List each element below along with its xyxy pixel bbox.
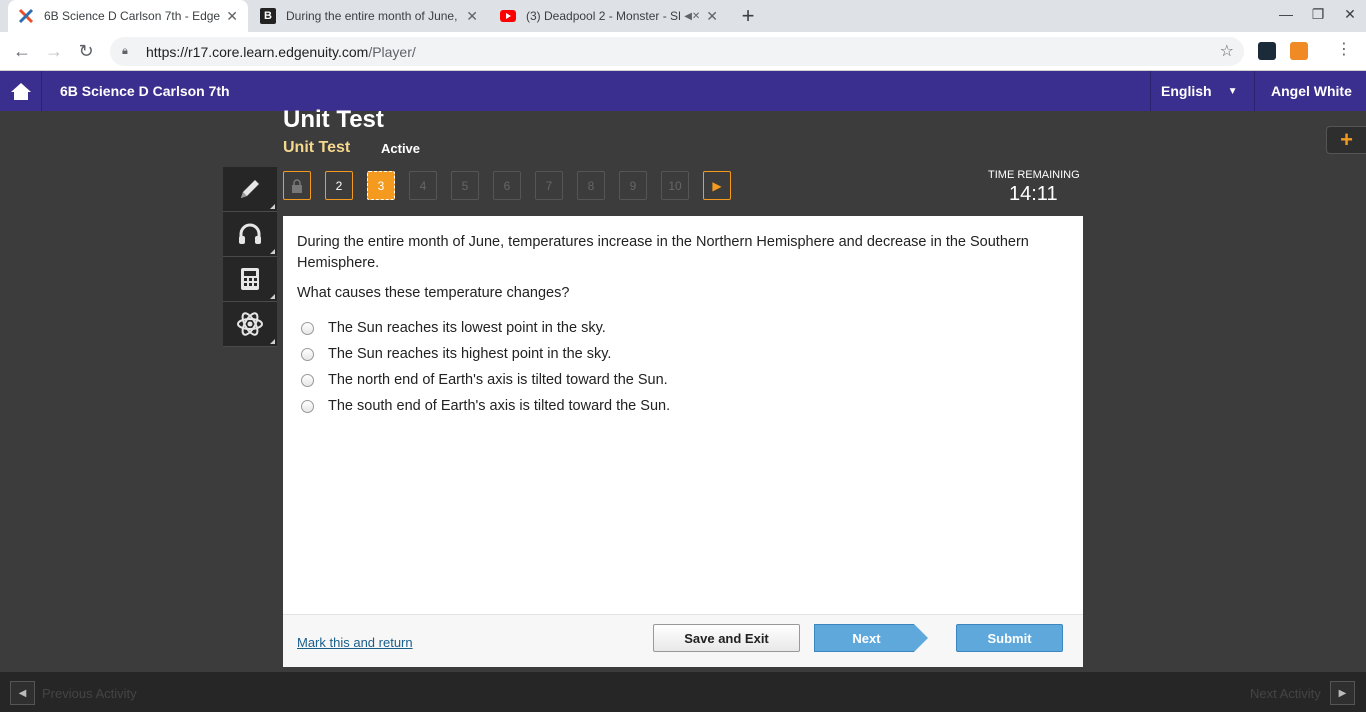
answer-option[interactable]: The Sun reaches its highest point in the…	[301, 346, 611, 362]
address-bar[interactable]: 🔒︎ https://r17.core.learn.edgenuity.com /…	[110, 37, 1244, 66]
tool-sidebar	[223, 167, 277, 347]
youtube-icon	[500, 8, 516, 24]
radio-button[interactable]	[301, 321, 314, 335]
headphones-tool-button[interactable]	[223, 212, 277, 257]
home-icon[interactable]	[0, 71, 42, 111]
radio-button[interactable]	[301, 399, 314, 413]
pencil-tool-button[interactable]	[223, 167, 277, 212]
question-panel: During the entire month of June, tempera…	[283, 216, 1083, 667]
browser-tab-youtube[interactable]: (3) Deadpool 2 - Monster - Sk ◀✕ ✕	[490, 0, 728, 32]
question-footer: Mark this and return Save and Exit Next …	[283, 614, 1083, 667]
forward-arrow-icon[interactable]: →	[43, 41, 65, 61]
submit-button[interactable]: Submit	[956, 624, 1063, 652]
language-label: English	[1161, 83, 1212, 99]
browser-tab-brainly[interactable]: B During the entire month of June, t ✕	[250, 0, 488, 32]
window-close-icon[interactable]: ✕	[1340, 6, 1360, 23]
url-path: /Player/	[368, 43, 416, 60]
extension-icon[interactable]	[1258, 42, 1276, 60]
player-area: Unit Test Unit Test Active + 2 3 4 5 6 7…	[0, 106, 1366, 672]
next-activity-arrow-icon[interactable]: ▶	[1330, 681, 1355, 705]
question-7-button[interactable]: 7	[535, 171, 563, 200]
close-tab-icon[interactable]: ✕	[706, 8, 718, 25]
question-1-button[interactable]	[283, 171, 311, 200]
question-6-button[interactable]: 6	[493, 171, 521, 200]
next-question-arrow-icon[interactable]: ▶	[703, 171, 731, 200]
x-logo-icon	[18, 8, 34, 24]
activity-subtitle: Unit Test	[283, 139, 351, 156]
activity-bar: ◀ Previous Activity Next Activity ▶	[0, 672, 1366, 712]
new-tab-plus-icon[interactable]: +	[736, 4, 760, 28]
question-10-button[interactable]: 10	[661, 171, 689, 200]
answer-option-label: The south end of Earth's axis is tilted …	[328, 398, 671, 414]
answer-option-label: The Sun reaches its lowest point in the …	[328, 320, 606, 336]
tab-title: During the entire month of June, t	[286, 9, 461, 23]
speaker-muted-icon[interactable]: ◀✕	[684, 11, 700, 22]
answer-option-label: The north end of Earth's axis is tilted …	[328, 372, 668, 388]
answer-option[interactable]: The south end of Earth's axis is tilted …	[301, 398, 670, 414]
previous-activity-label[interactable]: Previous Activity	[42, 686, 137, 701]
metamask-fox-icon[interactable]	[1290, 42, 1308, 60]
status-label: Active	[381, 141, 421, 156]
restore-icon[interactable]: ❐	[1308, 6, 1328, 23]
tab-title: (3) Deadpool 2 - Monster - Sk	[526, 9, 681, 23]
page-title: Unit Test	[283, 106, 384, 133]
save-and-exit-button[interactable]: Save and Exit	[653, 624, 800, 652]
question-8-button[interactable]: 8	[577, 171, 605, 200]
url-host: https://r17.core.learn.edgenuity.com	[146, 43, 369, 60]
previous-activity-arrow-icon[interactable]: ◀	[10, 681, 35, 705]
brainly-b-icon: B	[260, 8, 276, 24]
question-text: During the entire month of June, tempera…	[297, 234, 1029, 271]
next-button[interactable]: Next	[814, 624, 928, 652]
timer-label: TIME REMAINING	[988, 169, 1080, 181]
next-button-label: Next	[814, 624, 914, 652]
user-name: Angel White	[1271, 83, 1352, 99]
radio-button[interactable]	[301, 373, 314, 387]
course-title: 6B Science D Carlson 7th	[60, 83, 230, 99]
chevron-down-icon: ▼	[1227, 85, 1238, 97]
question-9-button[interactable]: 9	[619, 171, 647, 200]
browser-menu-icon[interactable]: ⋮	[1336, 41, 1352, 59]
tab-title: 6B Science D Carlson 7th - Edgenuity	[44, 9, 221, 23]
bookmark-star-icon[interactable]: ☆	[1220, 41, 1234, 61]
calculator-tool-button[interactable]	[223, 257, 277, 302]
question-4-button[interactable]: 4	[409, 171, 437, 200]
question-5-button[interactable]: 5	[451, 171, 479, 200]
question-prompt: What causes these temperature changes?	[297, 285, 570, 301]
user-menu[interactable]: Angel White	[1254, 71, 1366, 111]
answer-option[interactable]: The Sun reaches its lowest point in the …	[301, 320, 606, 336]
question-3-button[interactable]: 3	[367, 171, 395, 200]
lock-icon: 🔒︎	[122, 45, 128, 57]
atom-tool-button[interactable]	[223, 302, 277, 347]
next-arrow-tip	[914, 624, 928, 652]
answer-option[interactable]: The north end of Earth's axis is tilted …	[301, 372, 668, 388]
radio-button[interactable]	[301, 347, 314, 361]
headphones-icon	[239, 223, 261, 244]
browser-toolbar: ← → ↻ 🔒︎ https://r17.core.learn.edgenuit…	[0, 32, 1366, 71]
pencil-icon	[241, 180, 259, 198]
back-arrow-icon[interactable]: ←	[11, 41, 33, 61]
language-select[interactable]: English ▼	[1150, 71, 1254, 111]
browser-tab-strip: 6B Science D Carlson 7th - Edgenuity ✕ B…	[0, 0, 1366, 32]
timer-value: 14:11	[1009, 183, 1058, 205]
answer-option-label: The Sun reaches its highest point in the…	[328, 346, 612, 362]
question-2-button[interactable]: 2	[325, 171, 353, 200]
atom-icon	[237, 312, 263, 336]
reload-icon[interactable]: ↻	[75, 41, 97, 61]
lock-icon	[292, 178, 302, 193]
browser-tab-edgenuity[interactable]: 6B Science D Carlson 7th - Edgenuity ✕	[8, 0, 248, 32]
mark-and-return-link[interactable]: Mark this and return	[297, 635, 413, 650]
close-tab-icon[interactable]: ✕	[226, 8, 238, 25]
plus-icon[interactable]: +	[1326, 126, 1366, 154]
calculator-icon	[241, 268, 259, 290]
next-activity-label[interactable]: Next Activity	[1250, 686, 1321, 701]
minimize-icon[interactable]: —	[1276, 6, 1296, 22]
app-header: 6B Science D Carlson 7th English ▼ Angel…	[0, 71, 1366, 111]
close-tab-icon[interactable]: ✕	[466, 8, 478, 25]
